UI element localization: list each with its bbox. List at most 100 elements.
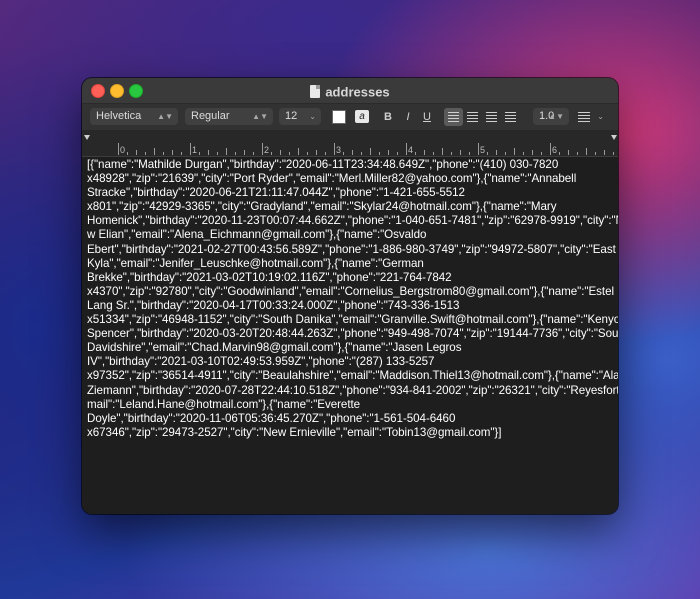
document-line: mail":"Leland.Hane@hotmail.com"},{"name"…	[87, 397, 361, 411]
line-spacing-select[interactable]: 1.0 ▲▼	[533, 108, 569, 125]
ruler-tick	[136, 150, 137, 155]
ruler-tick	[460, 150, 461, 155]
highlight-color-swatch[interactable]: a	[355, 110, 369, 123]
align-right-button[interactable]	[482, 108, 501, 126]
ruler-tick	[514, 148, 515, 155]
ruler-tick	[568, 150, 569, 155]
document-text[interactable]: [{"name":"Mathilde Durgan","birthday":"2…	[82, 157, 618, 440]
document-line: [{"name":"Mathilde Durgan","birthday":"2…	[87, 158, 559, 171]
chevron-down-icon: ⌄	[309, 112, 316, 121]
ruler-tick	[523, 152, 524, 155]
ruler-tick	[226, 148, 227, 155]
font-size-value: 12	[285, 110, 298, 122]
left-margin-marker[interactable]	[84, 135, 90, 140]
list-style-select[interactable]: ⌄	[575, 108, 609, 125]
ruler-tick	[127, 152, 128, 155]
bold-button[interactable]: B	[381, 109, 395, 125]
ruler-tick	[163, 152, 164, 155]
align-left-button[interactable]	[444, 108, 463, 126]
font-style-select[interactable]: Regular ▲▼	[185, 108, 273, 125]
chevron-updown-icon: ▲▼	[548, 112, 564, 121]
document-line: IV","birthday":"2021-03-10T02:49:53.959Z…	[87, 355, 435, 369]
ruler-number: 6	[552, 145, 558, 155]
right-margin-marker[interactable]	[611, 135, 617, 140]
ruler-tick	[379, 152, 380, 155]
list-bullets-icon	[578, 112, 590, 122]
document-line: Ziemann","birthday":"2020-07-28T22:44:10…	[87, 383, 618, 397]
ruler-tick	[325, 152, 326, 155]
ruler-tick	[406, 143, 407, 155]
justify-button[interactable]	[501, 108, 520, 126]
ruler-tick	[541, 152, 542, 155]
ruler-tick	[577, 152, 578, 155]
document-line: Spencer","birthday":"2020-03-20T20:48:44…	[87, 327, 618, 341]
ruler-tick	[433, 152, 434, 155]
ruler-tick	[559, 152, 560, 155]
document-line: x801","zip":"42929-3365","city":"Gradyla…	[87, 200, 557, 214]
ruler-tick	[586, 148, 587, 155]
align-center-button[interactable]	[463, 108, 482, 126]
ruler-number: 2	[264, 145, 270, 155]
ruler-tick	[307, 152, 308, 155]
document-line: x97352","zip":"36514-4911","city":"Beaul…	[87, 369, 618, 383]
ruler-tick	[496, 150, 497, 155]
chevron-down-icon: ⌄	[597, 112, 604, 121]
ruler-tick	[469, 152, 470, 155]
ruler-tick	[424, 150, 425, 155]
ruler-tick	[361, 152, 362, 155]
ruler-tick	[181, 152, 182, 155]
document-line: w Elian","email":"Alena_Eichmann@gmail.c…	[87, 228, 427, 242]
ruler-tick	[370, 148, 371, 155]
justify-icon	[505, 112, 516, 122]
italic-button[interactable]: I	[401, 109, 415, 125]
ruler-tick	[217, 152, 218, 155]
ruler-number: 5	[480, 145, 486, 155]
underline-button[interactable]: U	[420, 109, 434, 125]
document-line: Doyle","birthday":"2020-11-06T05:36:45.2…	[87, 411, 456, 425]
window-title-group: addresses	[82, 83, 618, 99]
ruler-tick	[397, 152, 398, 155]
ruler-tick	[235, 152, 236, 155]
ruler-tick	[316, 150, 317, 155]
ruler-tick	[532, 150, 533, 155]
ruler-tick	[343, 152, 344, 155]
font-style-value: Regular	[191, 110, 230, 122]
ruler-tick	[550, 143, 551, 155]
document-body[interactable]: [{"name":"Mathilde Durgan","birthday":"2…	[82, 157, 618, 514]
ruler-tick	[442, 148, 443, 155]
align-right-icon	[486, 112, 497, 122]
ruler-tick	[334, 143, 335, 155]
font-size-select[interactable]: 12 ⌄	[279, 108, 321, 125]
textedit-window: addresses Helvetica ▲▼ Regular ▲▼ 12 ⌄ a…	[82, 78, 618, 514]
document-line: x4370","zip":"92780","city":"Goodwinland…	[87, 284, 614, 298]
ruler-number: 0	[120, 145, 126, 155]
align-center-icon	[467, 112, 478, 122]
ruler-tick	[595, 152, 596, 155]
chevron-updown-icon: ▲▼	[252, 112, 268, 121]
ruler-number: 4	[408, 145, 414, 155]
alignment-control	[444, 108, 524, 126]
ruler-tick	[253, 152, 254, 155]
ruler-tick	[451, 152, 452, 155]
ruler-tick	[172, 150, 173, 155]
document-line: Kyla","email":"Jenifer_Leuschke@hotmail.…	[87, 256, 424, 270]
ruler-tick	[199, 152, 200, 155]
font-family-select[interactable]: Helvetica ▲▼	[90, 108, 178, 125]
ruler-tick	[271, 152, 272, 155]
ruler-tick	[613, 152, 614, 155]
align-left-icon	[448, 112, 459, 122]
text-color-swatch[interactable]	[332, 110, 346, 124]
document-line: Davidshire","email":"Chad.Marvin98@gmail…	[87, 341, 462, 355]
document-icon	[310, 85, 321, 99]
font-family-value: Helvetica	[96, 110, 142, 122]
ruler-tick	[190, 143, 191, 155]
format-toolbar: Helvetica ▲▼ Regular ▲▼ 12 ⌄ a B I U 1.0…	[82, 104, 618, 130]
ruler-tick	[145, 152, 146, 155]
ruler-tick	[262, 143, 263, 155]
ruler[interactable]: 0 1 2 3 4 5 6	[82, 130, 618, 157]
ruler-tick	[388, 150, 389, 155]
ruler-tick	[415, 152, 416, 155]
title-bar[interactable]: addresses	[82, 78, 618, 104]
ruler-tick	[280, 150, 281, 155]
window-title: addresses	[325, 84, 390, 100]
